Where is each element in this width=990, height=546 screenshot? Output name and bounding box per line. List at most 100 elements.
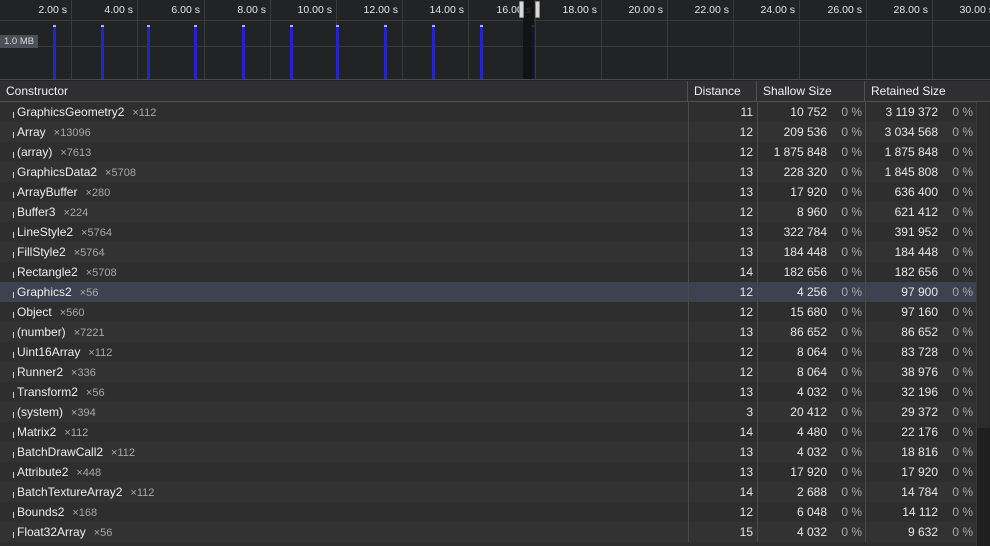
expand-triangle-icon[interactable] — [13, 312, 14, 318]
column-header-retained-size[interactable]: Retained Size — [865, 81, 990, 101]
allocation-bar — [101, 25, 104, 79]
retained-size-cell: 17 920 0 % — [865, 462, 976, 482]
selection-left-handle[interactable] — [519, 1, 524, 18]
table-row[interactable]: Bounds2 ×168 12 6 048 0 % 14 112 0 % — [0, 502, 976, 522]
table-row[interactable]: Runner2 ×336 12 8 064 0 % 38 976 0 % — [0, 362, 976, 382]
table-row[interactable]: FillStyle2 ×5764 13 184 448 0 % 184 448 0 % — [0, 242, 976, 262]
retained-size-cell: 182 656 0 % — [865, 262, 976, 282]
expand-triangle-icon[interactable] — [13, 412, 14, 418]
instance-count: ×13096 — [53, 127, 91, 139]
column-header-distance[interactable]: Distance — [688, 81, 757, 101]
table-row[interactable]: Uint16Array ×112 12 8 064 0 % 83 728 0 % — [0, 342, 976, 362]
distance-cell: 3 — [688, 402, 757, 422]
expand-triangle-icon[interactable] — [13, 352, 14, 358]
expand-triangle-icon[interactable] — [13, 532, 14, 538]
expand-triangle-icon[interactable] — [13, 372, 14, 378]
column-header-constructor[interactable]: Constructor — [0, 81, 688, 101]
table-row[interactable]: Array ×13096 12 209 536 0 % 3 034 568 0 % — [0, 122, 976, 142]
expand-triangle-icon[interactable] — [13, 132, 14, 138]
instance-count: ×112 — [111, 447, 136, 459]
constructor-name: Array — [17, 125, 46, 139]
expand-triangle-icon[interactable] — [13, 232, 14, 238]
table-row[interactable]: (number) ×7221 13 86 652 0 % 86 652 0 % — [0, 322, 976, 342]
instance-count: ×5708 — [105, 167, 136, 179]
shallow-size-percent: 0 % — [841, 445, 862, 459]
scrollbar-thumb[interactable] — [980, 102, 988, 428]
constructor-cell: GraphicsData2 ×5708 — [0, 162, 688, 182]
table-row[interactable]: GraphicsData2 ×5708 13 228 320 0 % 1 845 808 0… — [0, 162, 976, 182]
retained-size-percent: 0 % — [952, 225, 973, 239]
retained-size-cell: 32 196 0 % — [865, 382, 976, 402]
table-row[interactable]: Rectangle2 ×5708 14 182 656 0 % 182 656 0 % — [0, 262, 976, 282]
expand-triangle-icon[interactable] — [13, 292, 14, 298]
shallow-size-percent: 0 % — [841, 465, 862, 479]
expand-triangle-icon[interactable] — [13, 492, 14, 498]
table-row[interactable]: LineStyle2 ×5764 13 322 784 0 % 391 952 0 % — [0, 222, 976, 242]
constructor-cell: Uint16Array ×112 — [0, 342, 688, 362]
instance-count: ×5708 — [85, 267, 117, 279]
table-row[interactable]: Float32Array ×56 15 4 032 0 % 9 632 0 % — [0, 522, 976, 542]
table-row[interactable]: Transform2 ×56 13 4 032 0 % 32 196 0 % — [0, 382, 976, 402]
table-row[interactable]: Matrix2 ×112 14 4 480 0 % 22 176 0 % — [0, 422, 976, 442]
constructor-cell: Attribute2 ×448 — [0, 462, 688, 482]
expand-triangle-icon[interactable] — [13, 512, 14, 518]
table-row[interactable]: (system) ×394 3 20 412 0 % 29 372 0 % — [0, 402, 976, 422]
expand-triangle-icon[interactable] — [13, 152, 14, 158]
expand-triangle-icon[interactable] — [13, 172, 14, 178]
distance-cell: 14 — [688, 422, 757, 442]
table-row[interactable]: Attribute2 ×448 13 17 920 0 % 17 920 0 % — [0, 462, 976, 482]
expand-triangle-icon[interactable] — [13, 272, 14, 278]
retained-size-percent: 0 % — [952, 265, 973, 279]
table-row[interactable]: Object ×560 12 15 680 0 % 97 160 0 % — [0, 302, 976, 322]
expand-triangle-icon[interactable] — [13, 472, 14, 478]
shallow-size-cell: 182 656 0 % — [757, 262, 865, 282]
expand-triangle-icon[interactable] — [13, 452, 14, 458]
retained-size-cell: 184 448 0 % — [865, 242, 976, 262]
allocation-bar — [147, 25, 150, 79]
timeline-tick-label: 30.00 s — [959, 4, 990, 16]
shallow-size-value: 17 920 — [790, 465, 827, 479]
expand-triangle-icon[interactable] — [13, 332, 14, 338]
retained-size-value: 32 196 — [901, 385, 938, 399]
retained-size-cell: 621 412 0 % — [865, 202, 976, 222]
expand-triangle-icon[interactable] — [13, 212, 14, 218]
selection-right-handle[interactable] — [535, 1, 540, 18]
expand-triangle-icon[interactable] — [13, 192, 14, 198]
expand-triangle-icon[interactable] — [13, 112, 14, 118]
shallow-size-cell: 228 320 0 % — [757, 162, 865, 182]
retained-size-value: 182 656 — [894, 265, 938, 279]
shallow-size-value: 4 032 — [796, 445, 827, 459]
distance-cell: 15 — [688, 522, 757, 542]
constructor-name: LineStyle2 — [17, 225, 74, 239]
vertical-scrollbar[interactable] — [976, 102, 990, 546]
table-row[interactable]: BatchDrawCall2 ×112 13 4 032 0 % 18 816 0 % — [0, 442, 976, 462]
instance-count: ×224 — [63, 207, 89, 219]
table-row[interactable]: BatchTextureArray2 ×112 14 2 688 0 % 14 784 0 … — [0, 482, 976, 502]
shallow-size-cell: 4 480 0 % — [757, 422, 865, 442]
expand-triangle-icon[interactable] — [13, 432, 14, 438]
table-body: GraphicsGeometry2 ×112 11 10 752 0 % 3 119 37… — [0, 102, 976, 542]
shallow-size-value: 209 536 — [783, 125, 827, 139]
memory-timeline-overview[interactable]: 2.00 s 4.00 s 6.00 s 8.00 s 10.00 s 12.00 s 14… — [0, 0, 990, 80]
constructor-name: (number) — [17, 325, 66, 339]
column-header-shallow-size[interactable]: Shallow Size — [757, 81, 865, 101]
retained-size-percent: 0 % — [952, 125, 973, 139]
retained-size-cell: 97 900 0 % — [865, 282, 976, 302]
instance-count: ×336 — [71, 367, 96, 379]
constructor-cell: BatchTextureArray2 ×112 — [0, 482, 688, 502]
constructor-cell: BatchDrawCall2 ×112 — [0, 442, 688, 462]
allocation-bar — [194, 25, 197, 79]
shallow-size-cell: 4 032 0 % — [757, 382, 865, 402]
retained-size-percent: 0 % — [952, 445, 973, 459]
timeline-selection-window[interactable] — [523, 0, 534, 79]
distance-cell: 13 — [688, 162, 757, 182]
allocation-bar — [432, 25, 435, 79]
table-row[interactable]: ArrayBuffer ×280 13 17 920 0 % 636 400 0 % — [0, 182, 976, 202]
shallow-size-value: 322 784 — [783, 225, 827, 239]
table-row[interactable]: (array) ×7613 12 1 875 848 0 % 1 875 848 0 % — [0, 142, 976, 162]
table-row[interactable]: GraphicsGeometry2 ×112 11 10 752 0 % 3 119 37… — [0, 102, 976, 122]
table-row[interactable]: Buffer3 ×224 12 8 960 0 % 621 412 0 % — [0, 202, 976, 222]
table-row[interactable]: Graphics2 ×56 12 4 256 0 % 97 900 0 % — [0, 282, 976, 302]
expand-triangle-icon[interactable] — [13, 252, 14, 258]
expand-triangle-icon[interactable] — [13, 392, 14, 398]
